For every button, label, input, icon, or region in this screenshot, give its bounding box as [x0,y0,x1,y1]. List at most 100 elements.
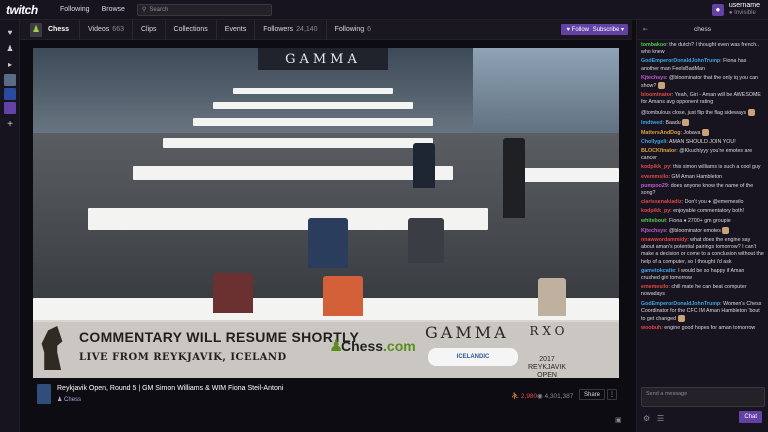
hall-banner: GAMMA [258,48,388,70]
chat-username[interactable]: pumpoo29 [641,183,668,189]
heart-icon[interactable]: ♥ [0,24,20,40]
chat-username[interactable]: kodpikk_py [641,208,670,214]
search-input[interactable]: ⚲ Search [136,3,272,16]
collapse-chat-icon[interactable]: ⇤ [643,26,648,33]
chat-username[interactable]: BLOCKfinator [641,148,676,154]
channel-avatar[interactable]: ♟ [30,22,42,37]
tab-videos[interactable]: Videos 663 [79,19,132,40]
emote-icon [657,82,665,90]
chat-message: woobuh: engine good hopes for aman tomor… [641,325,756,332]
twitch-logo[interactable]: twitch [6,3,48,17]
sponsor-logo: GAMMA [425,323,509,342]
tab-count: 663 [112,26,124,33]
add-friends-icon[interactable]: ♟ [0,40,20,56]
more-options-button[interactable]: ⋮ [607,389,617,400]
chat-username[interactable]: Chollygeli [641,139,666,145]
event-mark: R X O [529,324,565,338]
chat-message: @tombulous close, just flip the flag sid… [641,108,764,117]
chat-username[interactable]: kodpikk_py [641,164,670,170]
share-button[interactable]: Share [579,389,606,400]
chess-table [163,138,433,148]
following-link[interactable]: Following [60,6,90,13]
streamer-avatar[interactable] [37,384,51,404]
subscribe-button[interactable]: Subscribe ▾ [588,24,628,35]
chat-messages[interactable]: tombakoo: the dutch? I thought even was … [637,40,768,336]
followed-channel-tile[interactable] [4,102,16,114]
followed-channel-tile[interactable] [4,74,16,86]
channel-name[interactable]: Chess [48,26,69,33]
chat-text: @tombulous close, just flip the flag sid… [641,109,747,116]
chat-message: bloomtnator: Yeah, Giri - Aman will be A… [641,92,761,106]
chat-username[interactable]: gametokcatte [641,268,675,274]
username: username [728,2,760,9]
chat-message: MattersAndDog: Jobava [641,128,764,137]
chat-username[interactable]: clarissenakiadiz [641,199,682,205]
chat-username[interactable]: GodEmperorDonaldJohnTrump [641,58,720,64]
chat-message: kodpikk_py: this simon williams is such … [641,164,761,171]
chat-text: AMAN SHOULD JOIN YOU! [668,138,736,145]
theatre-mode-icon[interactable]: ▣ [615,416,622,424]
user-menu[interactable]: ● username ● Invisible [711,2,760,17]
chat-username[interactable]: ememesilo [641,284,668,290]
chat-text: Jobava [683,129,701,136]
search-icon: ⚲ [141,7,147,13]
chess-piece-icon: ♟ [57,397,65,403]
tab-events[interactable]: Events [215,19,254,40]
overlay-title: COMMENTARY WILL RESUME SHORTLY [79,329,360,345]
chat-send-button[interactable]: Chat [739,411,762,423]
chat-username[interactable]: lmdtwed [641,120,662,126]
knight-logo-icon [41,326,63,370]
event-year-text: 2017 [539,356,555,363]
add-icon[interactable]: + [0,116,20,132]
chat-username[interactable]: tombakoo [641,42,666,48]
gear-icon[interactable]: ⚙ [643,414,650,423]
chat-input[interactable]: Send a message [641,387,765,407]
stream-overlay-banner: COMMENTARY WILL RESUME SHORTLY LIVE FROM… [33,320,619,378]
video-icon[interactable]: ▸ [0,56,20,72]
event-name: REYKJAVIK OPEN [528,364,566,378]
event-year: 2017 REYKJAVIK OPEN [527,356,567,378]
chat-username[interactable]: woobuh [641,325,661,331]
chat-message: pumpoo29: does anyone know the name of t… [641,182,754,197]
overlay-subtitle: LIVE FROM REYKJAVIK, ICELAND [79,352,287,363]
chat-message: GodEmperorDonaldJohnTrump: Women's Chess… [641,300,762,323]
chat-text: Baadu [665,119,681,126]
player-figure [213,273,253,313]
game-link[interactable]: ♟ Chess [57,396,81,403]
tab-label: Followers [263,26,294,33]
tab-followers[interactable]: Followers 24,140 [254,19,325,40]
chat-text: GM Aman Hambleton [671,173,722,180]
chat-username[interactable]: Kjtechsys [641,75,666,81]
chess-table [133,166,453,180]
chat-message: lmdtwed: Baadu [641,118,764,127]
player-figure [408,218,444,263]
tab-collections[interactable]: Collections [164,19,216,40]
emote-icon [701,128,709,136]
chat-message: whitebout: Fiona ♦ 2700+ gm groupie [641,217,731,224]
chat-username[interactable]: whitebout [641,218,666,224]
chat-username[interactable]: evemmsilo [641,174,668,180]
chat-username[interactable]: nnawwordammidy [641,237,687,243]
followed-channel-tile[interactable] [4,88,16,100]
emote-icon [747,108,755,116]
game-name: Chess [64,397,82,403]
chat-text: @bloominator emotes [668,227,721,234]
channel-header: ♟ Chess Videos 663 Clips Collections Even… [20,19,632,40]
chat-username[interactable]: bloomtnator [641,92,672,98]
chat-message: tombakoo: the dutch? I thought even was … [641,42,760,56]
viewer-list-icon[interactable]: ☰ [657,414,664,423]
chat-text: Fiona ♦ 2700+ gm groupie [668,217,731,224]
chat-username[interactable]: MattersAndDog [641,130,680,136]
video-player[interactable]: GAMMA COMMENTARY WILL RESUME SHORTLY LIV… [33,48,619,378]
tab-label: Following [334,26,365,33]
stream-info-bar: Reykjavik Open, Round 5 | GM Simon Willi… [33,381,619,409]
chat-username[interactable]: Kjtechsys [641,228,666,234]
user-avatar: ● [711,3,724,16]
chat-username[interactable]: GodEmperorDonaldJohnTrump [641,301,720,307]
browse-link[interactable]: Browse [102,6,125,13]
tab-clips[interactable]: Clips [131,19,165,40]
chat-panel: ⇤ chess tombakoo: the dutch? I thought e… [636,20,768,432]
tab-label: Collections [173,26,208,33]
tab-following[interactable]: Following 6 [325,19,379,40]
chat-text: this simon williams is such a cool guy [673,164,761,171]
